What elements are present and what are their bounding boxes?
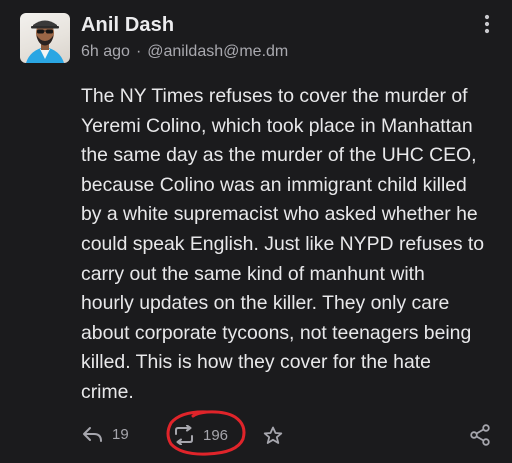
star-icon <box>263 426 283 444</box>
post-actions-bar: 19 196 <box>0 421 512 451</box>
post-text-line: because Colino was an immigrant child ki… <box>81 173 467 196</box>
post-text-line: Yeremi Colino, which took place in Manha… <box>81 114 473 137</box>
reply-icon <box>83 427 102 442</box>
post-meta: 6h ago · @anildash@me.dm <box>81 43 288 61</box>
post-body: The NY Times refuses to cover the murder… <box>81 82 501 408</box>
post-text-line: hourly updates on the killer. They only … <box>81 292 450 315</box>
post-card: Anil Dash 6h ago · @anildash@me.dm The NY … <box>0 0 512 463</box>
share-icon <box>470 424 490 446</box>
share-button[interactable] <box>469 424 491 446</box>
boost-count: 196 <box>203 426 229 444</box>
post-text-line: killed. This is how they cover for the h… <box>81 351 431 374</box>
post-text-line: by a white supremacist who asked whether… <box>81 203 478 226</box>
post-text-line: crime. <box>81 380 134 403</box>
author-handle[interactable]: @anildash@me.dm <box>147 43 288 60</box>
post-text-line: carry out the same kind of manhunt with <box>81 262 425 285</box>
post-text-line: could speak English. Just like NYPD refu… <box>81 232 485 255</box>
favorite-button[interactable] <box>263 426 283 445</box>
post-text-line: the same day as the murder of the UHC CE… <box>81 144 477 167</box>
meta-separator: · <box>135 43 142 60</box>
reply-count: 19 <box>112 425 129 443</box>
post-text-line: about corporate tycoons, not teenagers b… <box>81 321 472 344</box>
boost-icon <box>175 425 193 445</box>
author-display-name[interactable]: Anil Dash <box>81 14 174 37</box>
avatar[interactable] <box>20 13 70 63</box>
post-timestamp[interactable]: 6h ago <box>81 43 130 60</box>
boost-button[interactable]: 196 <box>173 425 228 445</box>
more-vertical-icon[interactable] <box>482 14 492 34</box>
post-text-line: The NY Times refuses to cover the murder… <box>81 85 468 107</box>
profile-photo-icon <box>26 20 64 63</box>
reply-button[interactable]: 19 <box>82 425 129 443</box>
